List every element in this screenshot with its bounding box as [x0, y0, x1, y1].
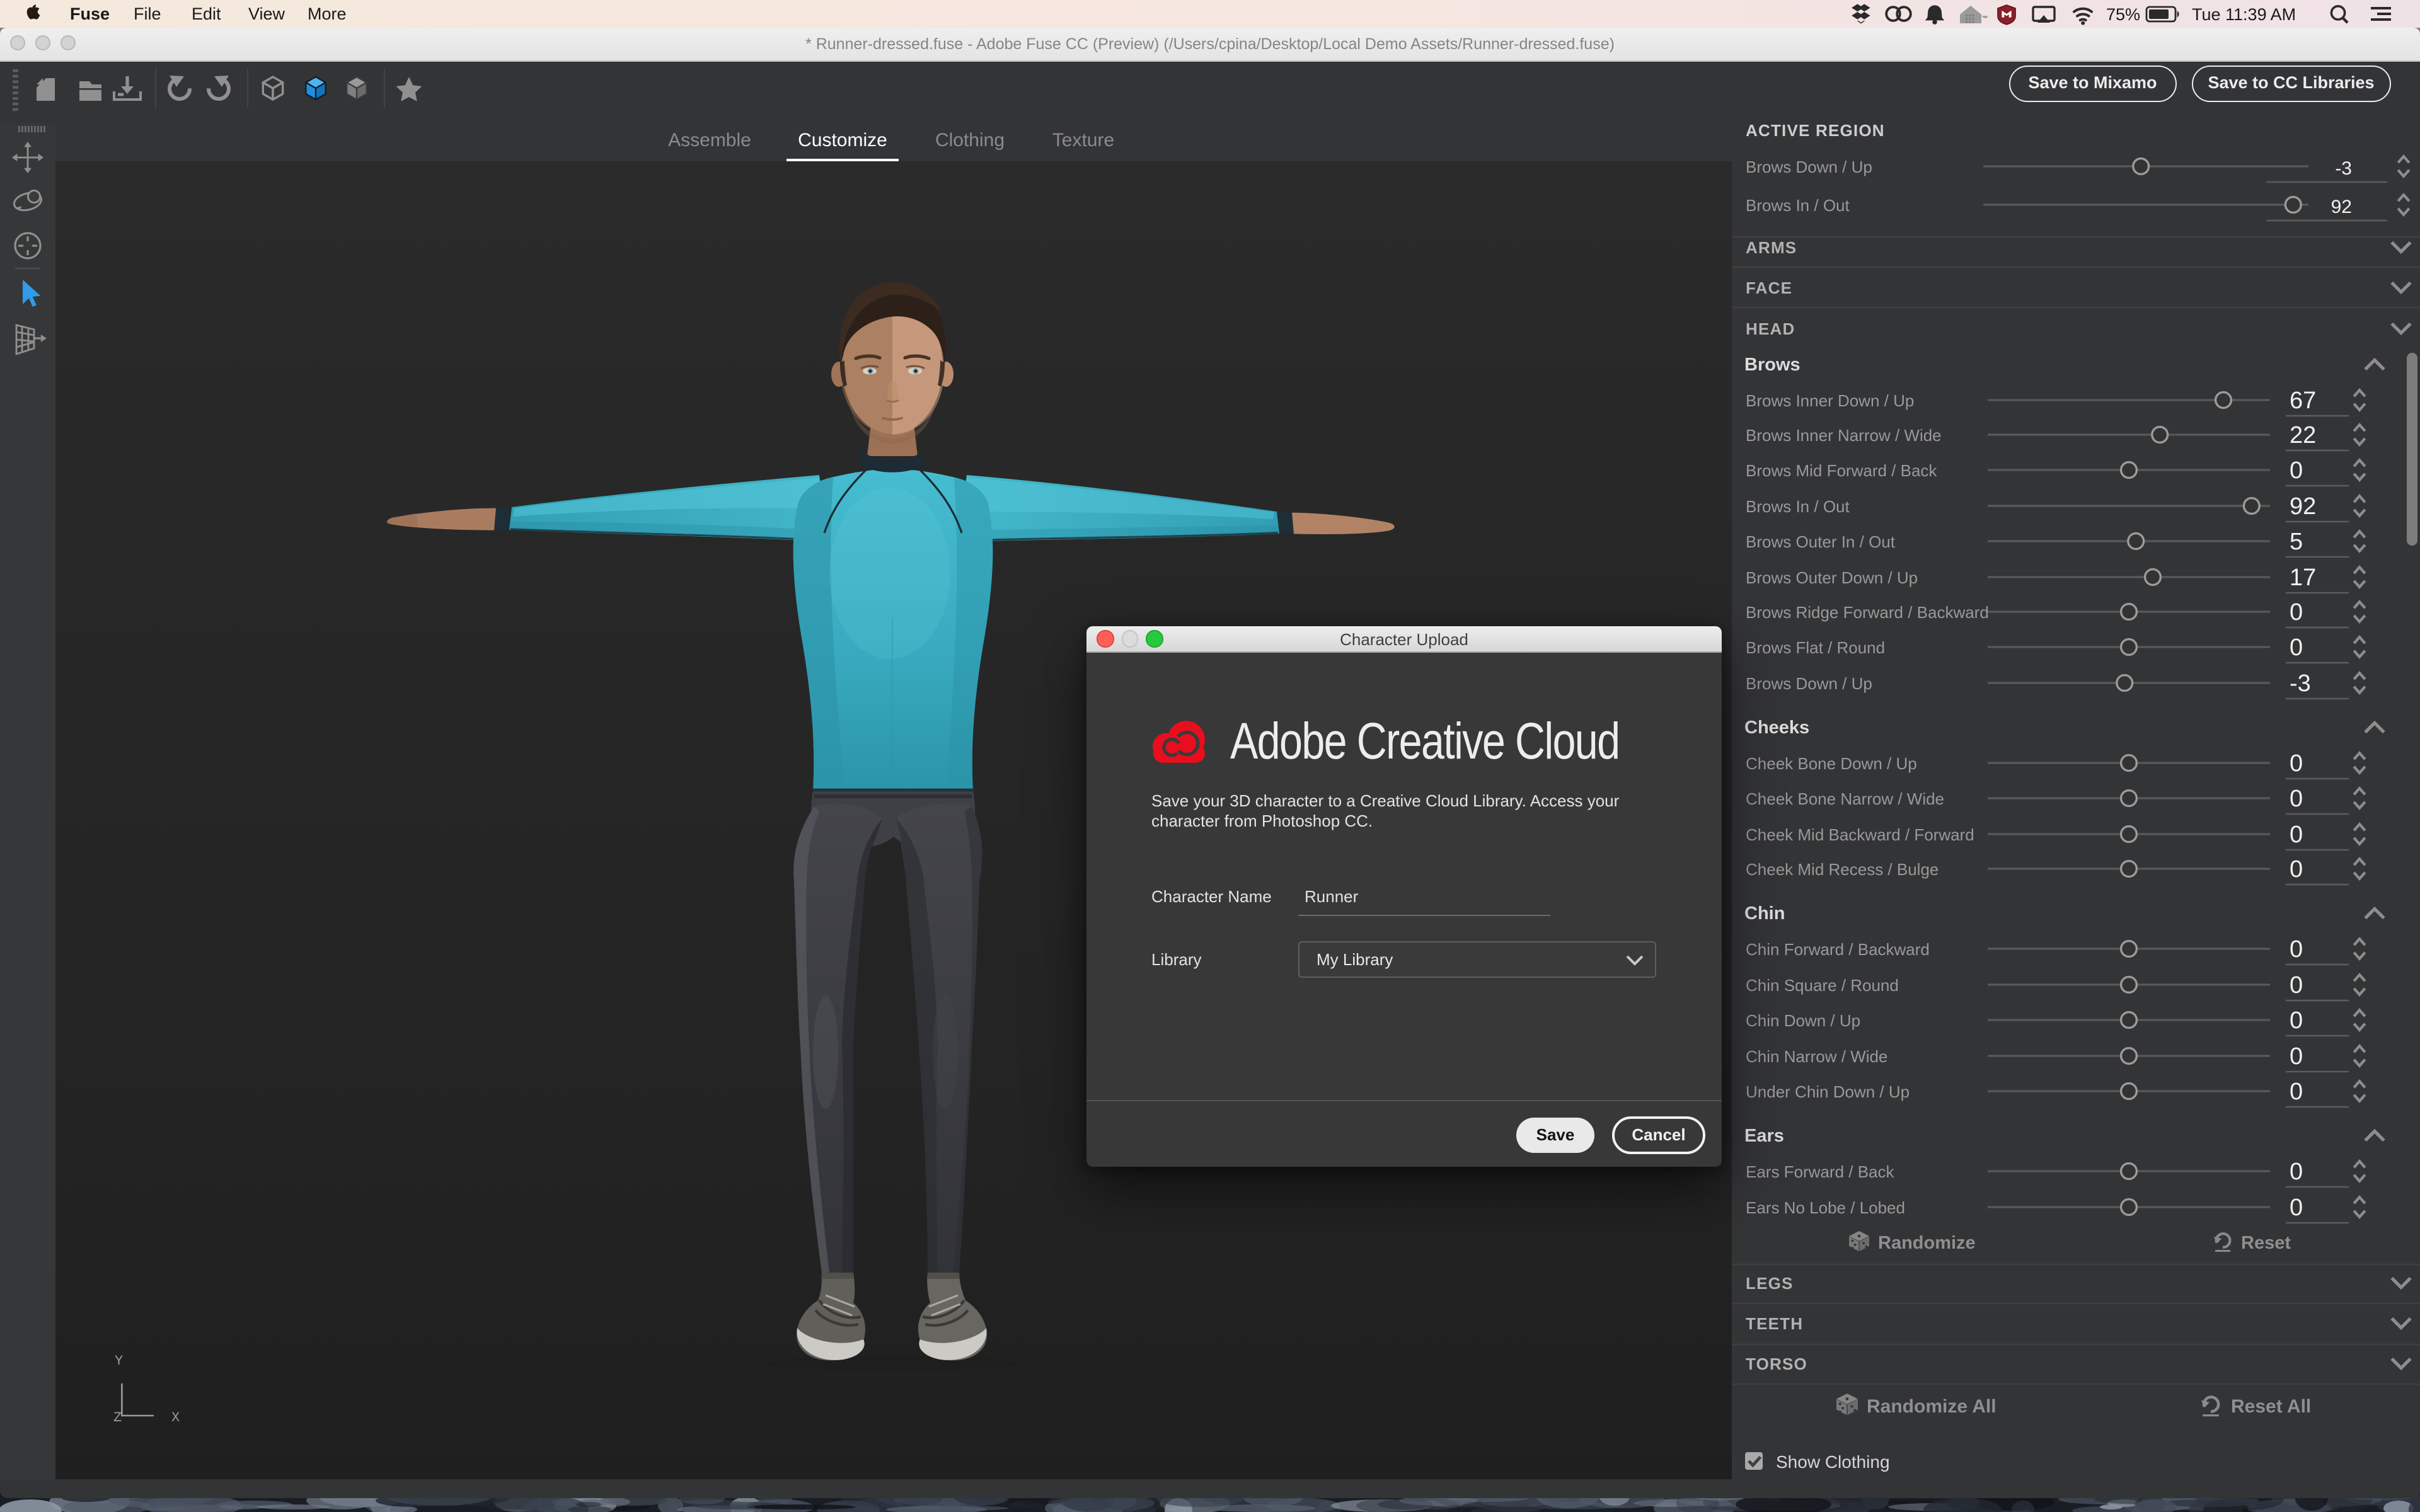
svg-text:0: 0 — [2290, 1043, 2303, 1070]
svg-text:TEETH: TEETH — [1746, 1314, 1803, 1333]
svg-text:Chin Square / Round: Chin Square / Round — [1746, 976, 1899, 995]
svg-text:Under Chin Down / Up: Under Chin Down / Up — [1746, 1082, 1910, 1101]
svg-text:Show Clothing: Show Clothing — [1776, 1452, 1890, 1472]
svg-text:Cheeks: Cheeks — [1744, 718, 1809, 738]
svg-text:Brows Flat / Round: Brows Flat / Round — [1746, 638, 1885, 657]
svg-text:Cheek Bone Down / Up: Cheek Bone Down / Up — [1746, 754, 1917, 773]
svg-text:-3: -3 — [2290, 670, 2311, 697]
svg-text:ACTIVE REGION: ACTIVE REGION — [1746, 123, 1885, 140]
svg-text:Ears: Ears — [1744, 1126, 1784, 1146]
svg-text:22: 22 — [2290, 422, 2316, 449]
svg-text:0: 0 — [2290, 634, 2303, 661]
svg-text:0: 0 — [2290, 599, 2303, 626]
svg-text:Randomize All: Randomize All — [1867, 1396, 1997, 1417]
svg-text:Brows In / Out: Brows In / Out — [1746, 497, 1850, 516]
svg-text:FACE: FACE — [1746, 278, 1792, 297]
svg-text:5: 5 — [2290, 529, 2303, 555]
svg-text:0: 0 — [2290, 822, 2303, 848]
svg-text:Brows Ridge Forward / Backward: Brows Ridge Forward / Backward — [1746, 603, 1989, 622]
svg-text:0: 0 — [2290, 856, 2303, 883]
svg-text:Ears Forward / Back: Ears Forward / Back — [1746, 1162, 1895, 1181]
svg-text:Brows Inner Narrow / Wide: Brows Inner Narrow / Wide — [1746, 426, 1942, 445]
svg-text:Brows Inner Down / Up: Brows Inner Down / Up — [1746, 391, 1914, 410]
svg-text:0: 0 — [2290, 1159, 2303, 1185]
svg-text:Brows Outer Down / Up: Brows Outer Down / Up — [1746, 568, 1918, 587]
svg-text:0: 0 — [2290, 457, 2303, 484]
svg-text:67: 67 — [2290, 387, 2316, 414]
svg-text:Brows Mid Forward / Back: Brows Mid Forward / Back — [1746, 461, 1937, 480]
svg-text:Brows Down / Up: Brows Down / Up — [1746, 674, 1872, 693]
svg-text:Brows: Brows — [1744, 355, 1801, 375]
svg-text:92: 92 — [2331, 197, 2352, 217]
svg-text:Reset: Reset — [2241, 1233, 2291, 1253]
svg-text:Cheek Mid Backward / Forward: Cheek Mid Backward / Forward — [1746, 825, 1974, 844]
svg-text:0: 0 — [2290, 1007, 2303, 1034]
svg-text:17: 17 — [2290, 564, 2316, 591]
svg-text:Cheek Bone Narrow / Wide: Cheek Bone Narrow / Wide — [1746, 789, 1944, 808]
svg-text:Cheek Mid Recess / Bulge: Cheek Mid Recess / Bulge — [1746, 860, 1939, 879]
svg-text:Y: Y — [115, 1353, 123, 1369]
svg-text:0: 0 — [2290, 1194, 2303, 1221]
svg-text:X: X — [171, 1410, 180, 1426]
svg-text:HEAD: HEAD — [1746, 319, 1795, 338]
svg-text:Brows In / Out: Brows In / Out — [1746, 196, 1850, 215]
svg-text:ARMS: ARMS — [1746, 238, 1797, 257]
svg-text:0: 0 — [2290, 750, 2303, 777]
svg-text:TORSO: TORSO — [1746, 1354, 1807, 1373]
svg-text:75%: 75% — [2106, 5, 2140, 24]
svg-text:-3: -3 — [2335, 158, 2352, 179]
svg-text:Tue 11:39 AM: Tue 11:39 AM — [2192, 5, 2296, 24]
svg-text:Ears No Lobe / Lobed: Ears No Lobe / Lobed — [1746, 1198, 1905, 1217]
svg-text:Chin Down / Up: Chin Down / Up — [1746, 1011, 1860, 1030]
svg-text:Chin: Chin — [1744, 903, 1785, 924]
svg-text:Reset All: Reset All — [2231, 1396, 2311, 1417]
svg-text:Chin Forward / Backward: Chin Forward / Backward — [1746, 940, 1930, 959]
svg-text:Chin Narrow / Wide: Chin Narrow / Wide — [1746, 1047, 1887, 1066]
svg-text:0: 0 — [2290, 972, 2303, 999]
svg-text:Brows Down / Up: Brows Down / Up — [1746, 158, 1872, 176]
svg-text:Brows Outer In / Out: Brows Outer In / Out — [1746, 532, 1896, 551]
svg-text:92: 92 — [2290, 493, 2316, 520]
svg-text:0: 0 — [2290, 936, 2303, 963]
svg-text:Z: Z — [113, 1410, 122, 1426]
svg-text:0: 0 — [2290, 1079, 2303, 1105]
svg-text:Randomize: Randomize — [1878, 1233, 1976, 1253]
svg-text:0: 0 — [2290, 786, 2303, 812]
svg-text:LEGS: LEGS — [1746, 1274, 1794, 1293]
